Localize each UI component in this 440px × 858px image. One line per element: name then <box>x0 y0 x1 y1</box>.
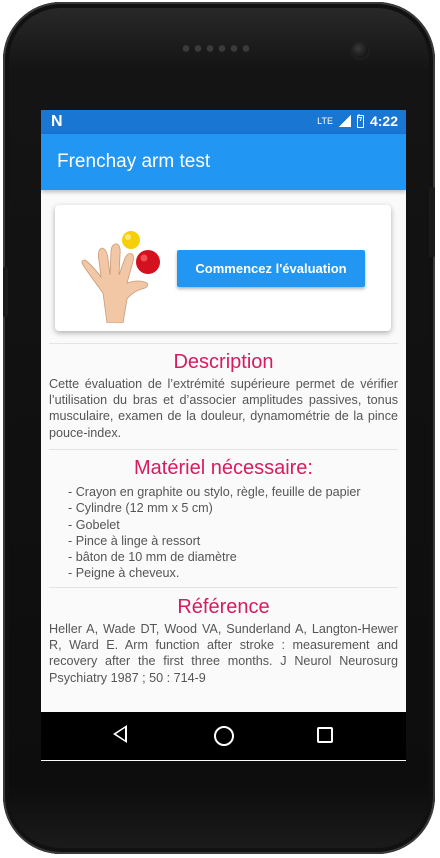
list-item: - Gobelet <box>68 517 120 532</box>
screen: N LTE 4:22 Frenchay arm test Commencez l… <box>41 110 406 761</box>
hand-with-balls-icon <box>81 231 160 323</box>
status-bar: N LTE 4:22 <box>41 110 406 134</box>
reference-title: Référence <box>177 596 270 618</box>
description-text: Cette évaluation de l’extrémité supérieu… <box>49 377 398 440</box>
material-title: Matériel nécessaire: <box>134 457 313 479</box>
speaker-grille <box>180 43 250 54</box>
list-item: - Pince à linge à ressort <box>68 533 201 548</box>
front-camera <box>352 42 368 58</box>
material-list-wrapper: - Crayon en graphite ou stylo, règle, fe… <box>41 484 406 584</box>
divider <box>49 587 398 588</box>
divider <box>49 343 398 344</box>
list-item: - Peigne à cheveux. <box>68 566 180 581</box>
start-evaluation-button[interactable]: Commencez l'évaluation <box>177 250 365 287</box>
list-item: - Crayon en graphite ou stylo, règle, fe… <box>68 485 361 499</box>
divider <box>49 449 398 450</box>
app-bar: Frenchay arm test <box>41 134 406 190</box>
status-icons: LTE 4:22 <box>317 113 398 130</box>
power-button <box>429 187 435 257</box>
volume-button <box>3 267 8 317</box>
reference-text: Heller A, Wade DT, Wood VA, Sunderland A… <box>49 622 398 685</box>
status-time: 4:22 <box>369 113 398 129</box>
list-item: - Cylindre (12 mm x 5 cm) <box>68 501 213 516</box>
home-icon[interactable] <box>214 726 234 746</box>
material-list: - Crayon en graphite ou stylo, règle, fe… <box>68 484 398 582</box>
signal-icon <box>338 115 351 127</box>
notification-n-icon: N <box>51 113 63 130</box>
navigation-bar <box>41 712 406 760</box>
app-title: Frenchay arm test <box>57 151 211 172</box>
start-card: Commencez l'évaluation <box>55 205 391 331</box>
lte-icon: LTE <box>317 116 333 126</box>
recent-apps-icon[interactable] <box>317 727 333 743</box>
list-item: - bâton de 10 mm de diamètre <box>68 550 237 565</box>
back-icon[interactable] <box>113 725 127 743</box>
main-content[interactable]: Commencez l'évaluation Description Cette… <box>41 190 406 761</box>
description-title: Description <box>173 351 274 373</box>
battery-icon <box>356 113 364 128</box>
